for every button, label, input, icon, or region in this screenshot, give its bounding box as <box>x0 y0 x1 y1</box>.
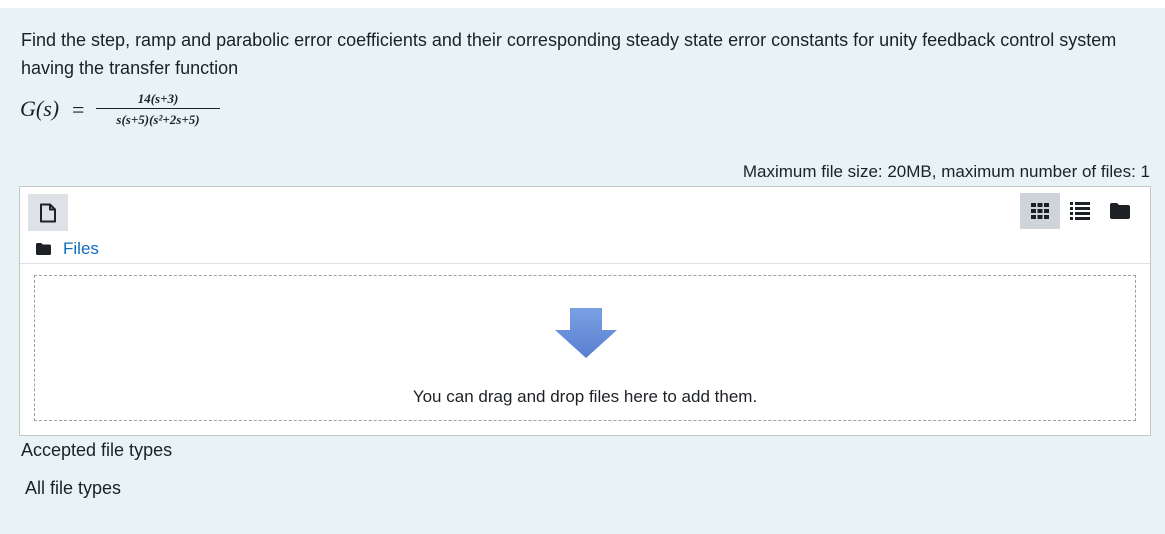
folder-icon <box>1110 203 1130 219</box>
view-tree-button[interactable] <box>1100 193 1140 229</box>
formula-symbol: G <box>20 96 36 121</box>
file-icon <box>40 203 56 222</box>
add-file-button[interactable] <box>28 194 68 231</box>
drop-message: You can drag and drop files here to add … <box>412 387 758 406</box>
drop-zone[interactable]: You can drag and drop files here to add … <box>34 275 1136 421</box>
accepted-types-value: All file types <box>25 478 122 498</box>
view-switcher <box>1020 193 1142 229</box>
formula-fraction: 14(s+3) s(s+5)(s²+2s+5) <box>96 90 220 128</box>
question-text: Find the step, ramp and parabolic error … <box>21 30 1117 78</box>
formula-lhs: G(s) <box>20 96 59 122</box>
folder-icon <box>36 243 51 255</box>
breadcrumb-divider <box>20 263 1150 264</box>
formula-equals: = <box>72 97 85 122</box>
list-icon <box>1070 202 1090 220</box>
view-icons-button[interactable] <box>1020 193 1060 229</box>
view-list-button[interactable] <box>1060 193 1100 229</box>
accepted-types-label: Accepted file types <box>21 440 173 460</box>
formula-arg: (s) <box>35 96 60 121</box>
formula-denominator: s(s+5)(s²+2s+5) <box>116 112 200 127</box>
grid-icon <box>1031 203 1049 219</box>
fraction-bar <box>96 108 220 109</box>
breadcrumb-files-link[interactable]: Files <box>63 239 99 259</box>
breadcrumb: Files <box>36 237 99 261</box>
transfer-function: G(s) = 14(s+3) s(s+5)(s²+2s+5) <box>20 90 250 140</box>
upload-limits: Maximum file size: 20MB, maximum number … <box>742 162 1150 181</box>
formula-numerator: 14(s+3) <box>137 91 179 106</box>
file-manager: Files You can drag and drop files here t… <box>19 186 1151 436</box>
arrow-down-icon <box>555 308 617 358</box>
